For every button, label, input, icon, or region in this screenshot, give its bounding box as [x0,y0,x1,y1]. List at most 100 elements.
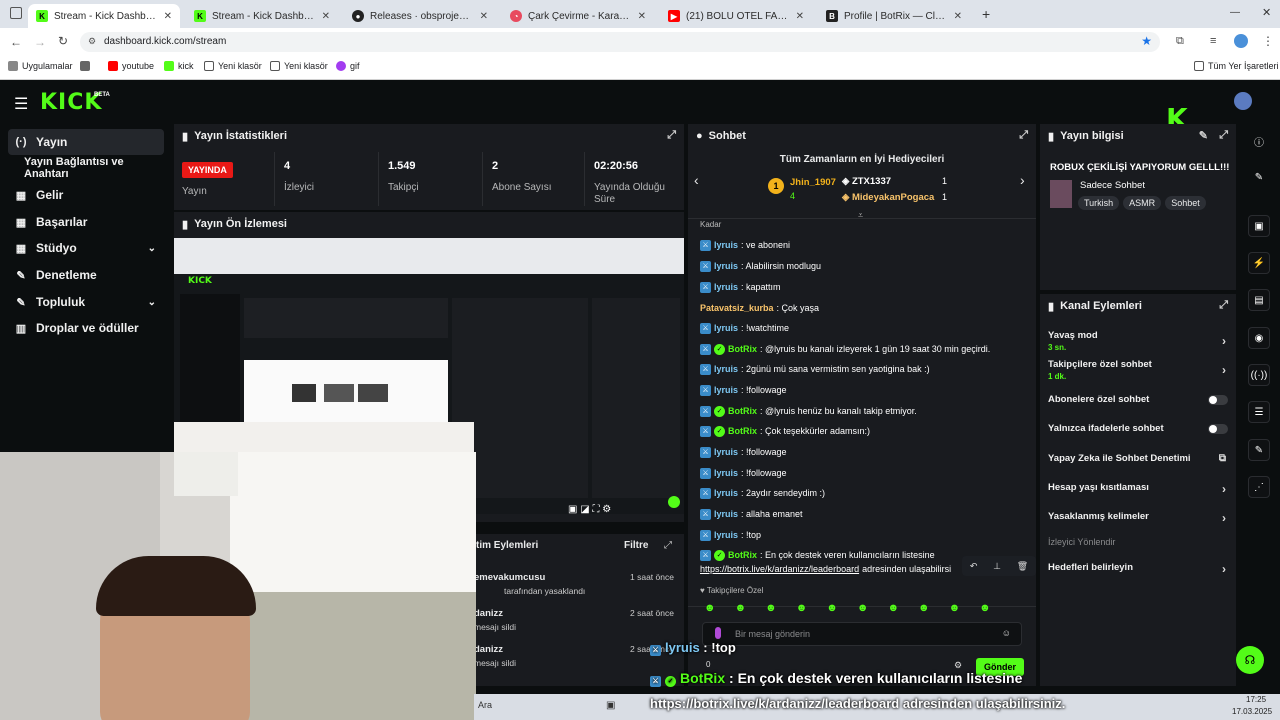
collapse-icon[interactable]: ⩡ [858,210,863,221]
site-info-icon[interactable]: ⚙ [88,36,96,47]
chat-message[interactable]: ⚔ lyruis: allaha emanet [700,507,1030,521]
emoji-icon[interactable]: ☺ [1002,628,1011,638]
subscribers-only-toggle[interactable] [1208,395,1228,405]
share-icon[interactable]: ⋰ [1248,476,1270,498]
sidebar-item-gelir[interactable]: ▦ Gelir [8,182,164,208]
raid-setting[interactable]: İzleyici Yönlendir [1048,537,1234,547]
leaderboard-link[interactable]: https://botrix.live/k/ardanizz/leaderboa… [700,564,859,574]
tag[interactable]: Turkish [1078,196,1120,210]
sidebar-item-stream-key[interactable]: Yayın Bağlantısı ve Anahtarı [8,155,164,181]
chat-username[interactable]: Patavatsiz_kurba [700,303,774,313]
chat-message[interactable]: ⚔ lyruis: kapattım [700,280,1030,294]
chat-message[interactable]: ⚔ lyruis: ve aboneni [700,238,1030,252]
close-icon[interactable]: ✕ [480,11,488,22]
sidebar-item-studyo[interactable]: ▦ Stüdyo ⌄ [8,235,164,261]
chat-username[interactable]: lyruis [714,261,738,271]
user-avatar[interactable] [1234,92,1252,110]
pin-icon[interactable]: ⊥ [993,561,1001,572]
taskbar-search[interactable]: Ara [478,700,492,710]
lightning-icon[interactable]: ⚡ [1248,252,1270,274]
gifter-name[interactable]: Jhin_1907 [790,177,836,188]
chat-username[interactable]: BotRix [728,426,757,436]
close-icon[interactable]: ✕ [322,11,330,22]
chat-username[interactable]: lyruis [714,530,738,540]
chat-username[interactable]: BotRix [728,344,757,354]
reply-icon[interactable]: ↶ [970,561,978,572]
extensions-icon[interactable]: ⧉ [1176,35,1184,48]
emotes-only-toggle[interactable] [1208,424,1228,434]
tab-youtube[interactable]: ▶ (21) BOLU OTEL FACİASI | BAS ✕ [660,4,812,28]
category-name[interactable]: Sadece Sohbet [1080,180,1145,191]
minimize-icon[interactable]: — [1230,7,1240,18]
edit-icon[interactable]: ✎ [1199,129,1208,142]
popout-icon[interactable]: ⤢ [1219,129,1228,142]
edit-toolbar-icon[interactable]: ✎ [1248,166,1270,188]
tag[interactable]: ASMR [1123,196,1162,210]
clipboard-icon[interactable]: ▤ [1248,289,1270,311]
popout-icon[interactable]: ⤢ [1219,299,1228,312]
close-icon[interactable]: ✕ [164,11,172,22]
tag[interactable]: Sohbet [1165,196,1206,210]
chat-message[interactable]: ⚔ ✓ BotRix: Çok teşekkürler adamsın:) [700,424,1030,438]
bookmark-gif[interactable]: gif [336,61,360,71]
tab-botrix[interactable]: B Profile | BotRix — Cloud Strean ✕ [818,4,970,28]
address-bar[interactable]: ⚙ dashboard.kick.com/stream ★ [80,32,1160,52]
chat-message[interactable]: ⚔ lyruis: Alabilirsin modlugu [700,259,1030,273]
close-icon[interactable]: ✕ [796,11,804,22]
sidebar-item-topluluk[interactable]: ✎ Topluluk ⌄ [8,289,164,315]
chat-username[interactable]: lyruis [714,468,738,478]
emote-row[interactable]: ☻☻☻☻☻☻☻☻☻☻ [704,602,1010,614]
chat-message[interactable]: Patavatsiz_kurba: Çok yaşa [700,301,1030,315]
preview-controls-icon[interactable]: ▣ ◪ ⛶ ⚙ [568,504,611,515]
bookmark-grid[interactable] [80,61,90,71]
chevron-left-icon[interactable]: ‹ [694,172,699,188]
sidebar-item-yayin[interactable]: (·) Yayın [8,129,164,155]
bookmark-folder-2[interactable]: Yeni klasör [270,61,328,71]
delete-icon[interactable]: 🗑 [1017,561,1028,572]
banned-words-setting[interactable]: Yasaklanmış kelimeler › [1048,511,1234,525]
chat-message[interactable]: ⚔ lyruis: !top [700,528,1030,542]
gifter-name[interactable]: ◈ MideyakanPogaca [842,192,934,203]
sidebar-item-basarilar[interactable]: ▦ Başarılar [8,209,164,235]
tab-kick-dashboard-1[interactable]: K Stream - Kick Dashboard ✕ [28,4,180,28]
tab-kick-dashboard-2[interactable]: K Stream - Kick Dashboard ✕ [186,4,338,28]
chat-username[interactable]: lyruis [714,509,738,519]
chat-message[interactable]: ⚔ lyruis: 2aydır sendeydim :) [700,486,1030,500]
chat-username[interactable]: BotRix [728,550,757,560]
chat-username[interactable]: lyruis [714,385,738,395]
popout-icon[interactable]: ⤢ [664,540,672,551]
widget-toolbar-icon[interactable]: ▣ [1248,215,1270,237]
chat-message[interactable]: ⚔ ✓ BotRix: @lyruis bu kanalı izleyerek 1 … [700,342,1030,356]
tab-wheel[interactable]: ◔ Çark Çevirme - Karar Çarkı ✕ [502,4,654,28]
bookmark-apps[interactable]: Uygulamalar [8,61,73,71]
account-age-setting[interactable]: Hesap yaşı kısıtlaması › [1048,482,1234,496]
close-icon[interactable]: ✕ [954,11,962,22]
reload-icon[interactable]: ↻ [58,34,68,48]
all-bookmarks[interactable]: Tüm Yer İşaretleri [1194,61,1279,71]
stack-icon[interactable]: ☰ [1248,401,1270,423]
chat-username[interactable]: lyruis [714,364,738,374]
tab-github-releases[interactable]: ● Releases · obsproject/obs-studi ✕ [344,4,496,28]
bookmark-youtube[interactable]: youtube [108,61,154,71]
bookmark-folder-1[interactable]: Yeni klasör [204,61,262,71]
followers-only-setting[interactable]: Takipçilere özel sohbet 1 dk. › [1048,359,1234,381]
task-view-icon[interactable]: ▣ [606,700,615,711]
popout-icon[interactable]: ⤢ [1019,129,1028,142]
bookmark-star-icon[interactable]: ★ [1141,34,1152,48]
chat-username[interactable]: lyruis [714,488,738,498]
chat-username[interactable]: lyruis [714,447,738,457]
ai-moderation-setting[interactable]: Yapay Zeka ile Sohbet Denetimi ⧉ [1048,453,1234,464]
support-chat-icon[interactable]: ☊ [1236,646,1264,674]
wrench-icon[interactable]: ✎ [1248,439,1270,461]
hamburger-menu-icon[interactable]: ☰ [14,94,28,114]
broadcast-icon[interactable]: ((·)) [1248,364,1270,386]
chat-username[interactable]: lyruis [714,323,738,333]
chat-input[interactable]: Bir mesaj gönderin ☺ [702,622,1022,646]
info-toolbar-icon[interactable]: ⓘ [1248,130,1270,152]
filter-button[interactable]: Filtre [624,540,648,551]
chat-message[interactable]: ⚔ ✓ BotRix: @lyruis henüz bu kanalı takip … [700,404,1030,418]
back-icon[interactable]: ← [10,35,22,49]
chat-message[interactable]: ⚔ lyruis: 2günü mü sana vermistim sen yao… [700,362,1030,376]
chat-username[interactable]: lyruis [714,240,738,250]
profile-avatar[interactable] [1234,34,1248,48]
